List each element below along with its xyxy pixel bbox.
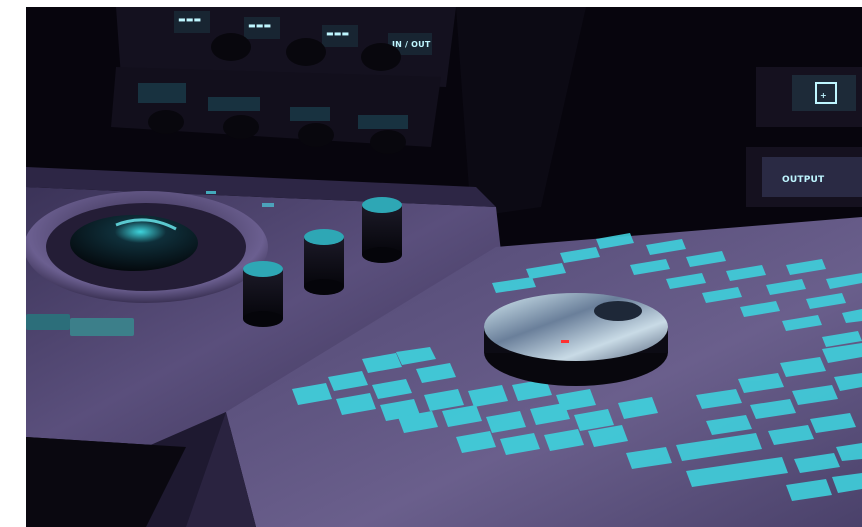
panel-button[interactable] — [70, 318, 134, 336]
trackball[interactable] — [70, 215, 198, 271]
knob[interactable] — [304, 229, 344, 295]
jog-wheel[interactable] — [484, 293, 668, 386]
knob[interactable] — [362, 197, 402, 263]
svg-text:▬▬▬: ▬▬▬ — [326, 29, 349, 38]
screen-label-in-out: IN / OUT — [392, 40, 431, 49]
control-panel-photo: ▬▬▬ ▬▬▬ ▬▬▬ IN / OUT + OUTPUT — [26, 7, 862, 527]
output-label: OUTPUT — [782, 175, 825, 185]
right-screen-top: + — [792, 75, 856, 111]
svg-text:▬▬▬: ▬▬▬ — [248, 21, 271, 30]
panel-button[interactable] — [26, 314, 70, 330]
svg-text:▬▬▬: ▬▬▬ — [178, 15, 201, 24]
svg-text:+: + — [820, 91, 827, 100]
right-screen-output: OUTPUT — [762, 157, 862, 197]
knob[interactable] — [243, 261, 283, 327]
